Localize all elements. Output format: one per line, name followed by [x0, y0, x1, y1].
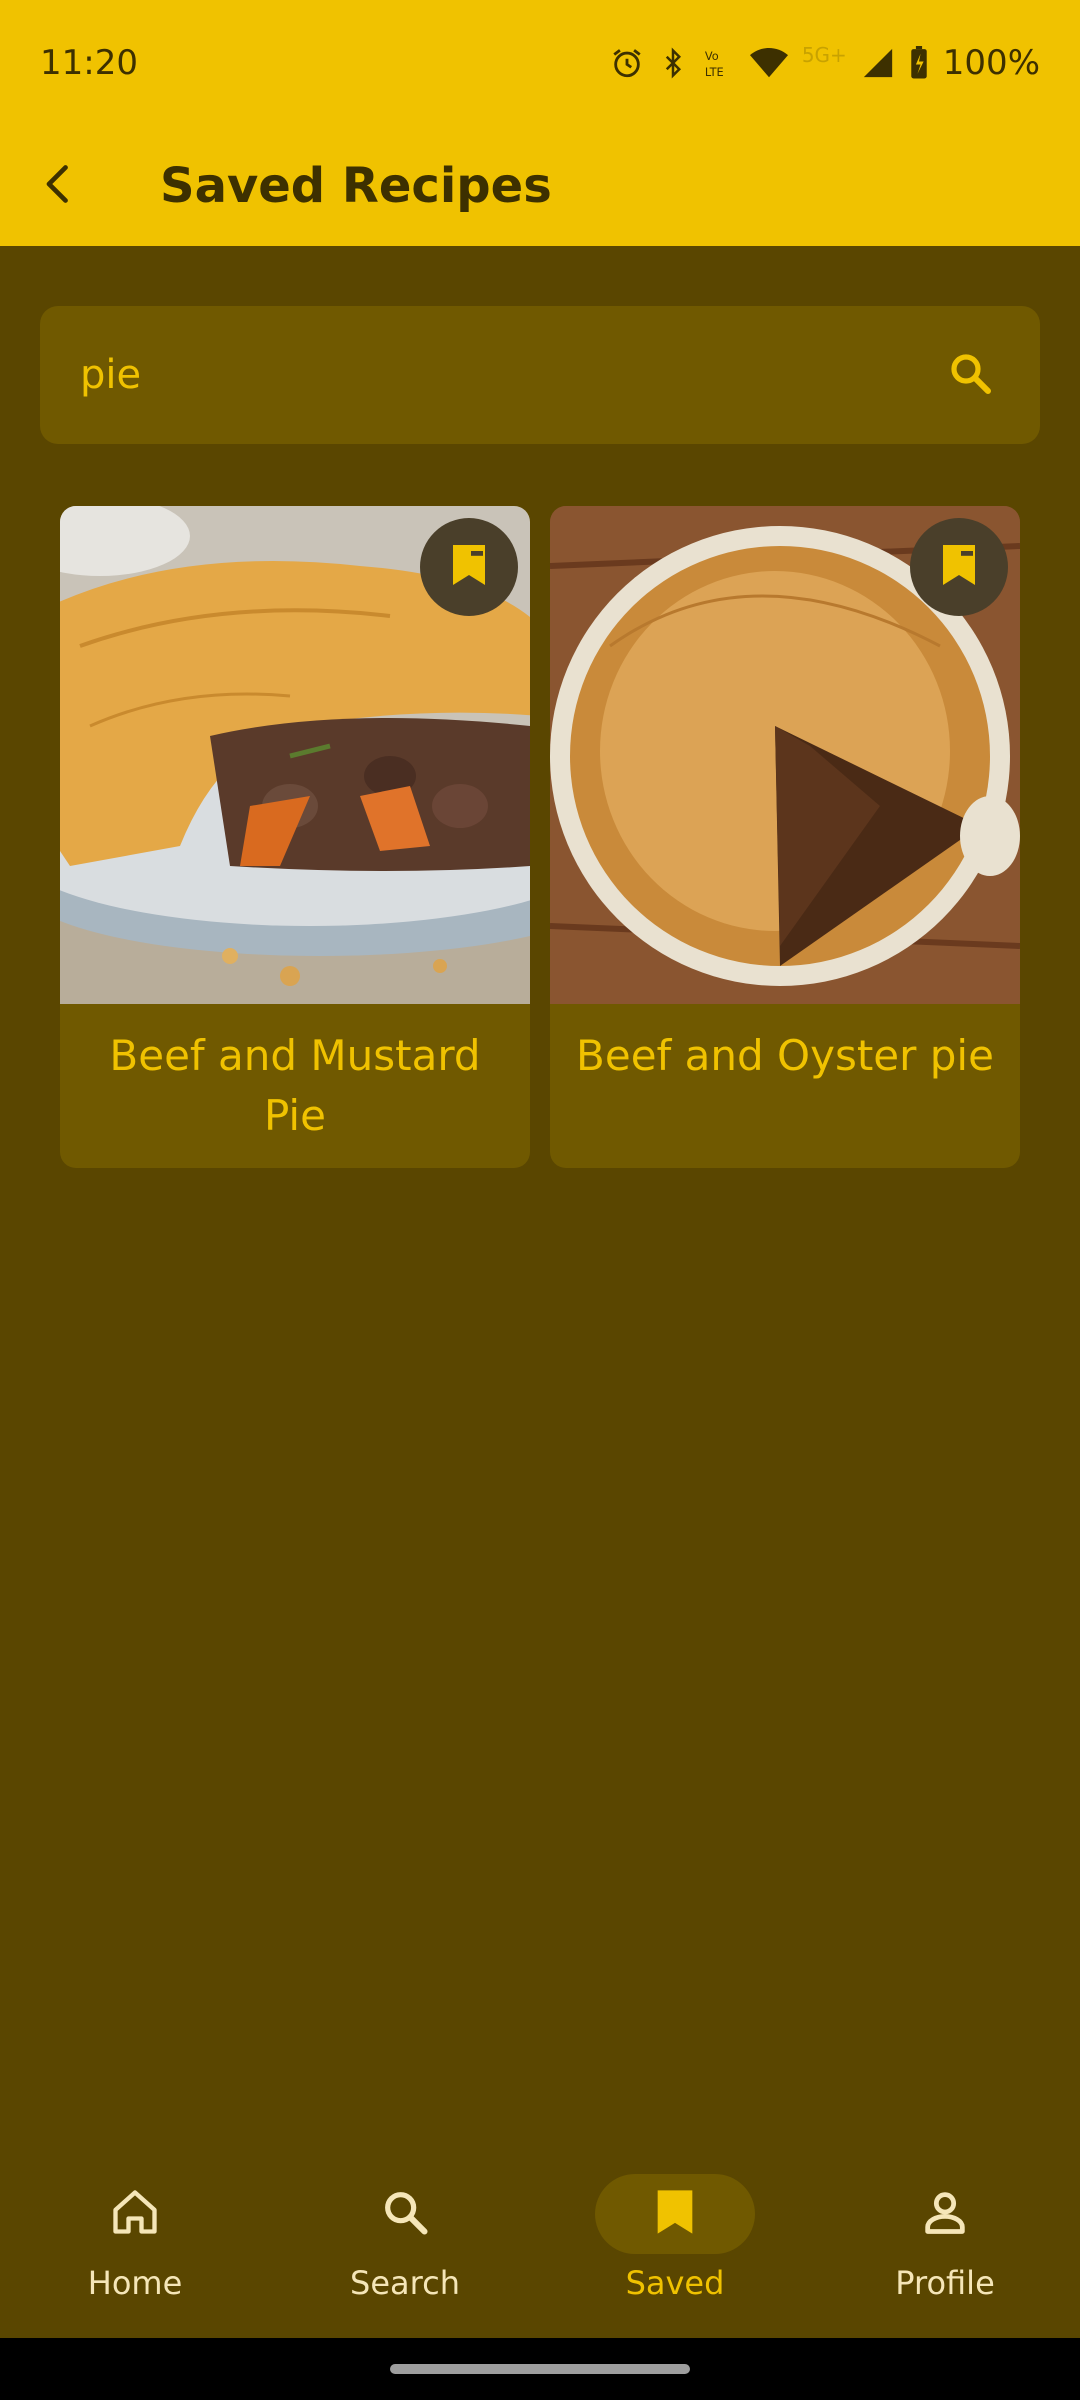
search-icon	[946, 349, 994, 401]
nav-item-saved[interactable]: Saved	[540, 2126, 810, 2338]
nav-item-home[interactable]: Home	[0, 2126, 270, 2338]
bookmark-button[interactable]	[420, 518, 518, 616]
home-gesture-handle[interactable]	[390, 2364, 690, 2374]
search-input[interactable]	[80, 352, 940, 398]
search-icon	[379, 2186, 431, 2242]
bookmark-button[interactable]	[910, 518, 1008, 616]
search-bar	[40, 306, 1040, 444]
recipe-title: Beef and Oyster pie	[576, 1031, 994, 1080]
nav-label: Home	[87, 2264, 183, 2302]
person-icon	[919, 2186, 971, 2242]
bookmark-remove-icon	[447, 541, 491, 593]
home-icon	[109, 2186, 161, 2242]
recipe-title: Beef and Mustard Pie	[109, 1031, 481, 1140]
recipe-card[interactable]: Beef and Mustard Pie	[60, 506, 530, 1168]
arrow-back-icon	[38, 162, 82, 210]
gesture-bar	[0, 2338, 1080, 2400]
nav-item-profile[interactable]: Profile	[810, 2126, 1080, 2338]
recipe-card[interactable]: Beef and Oyster pie	[550, 506, 1020, 1168]
alarm-icon	[610, 46, 644, 80]
volte-icon: Vo LTE	[702, 46, 736, 80]
wifi-icon	[749, 46, 788, 80]
nav-label: Saved	[625, 2264, 725, 2302]
network-type: 5G+	[801, 43, 847, 67]
status-icons: Vo LTE 5G+ 100%	[610, 43, 1040, 83]
search-button[interactable]	[940, 345, 1000, 405]
battery-percent: 100%	[942, 43, 1040, 83]
nav-item-search[interactable]: Search	[270, 2126, 540, 2338]
back-button[interactable]	[0, 126, 120, 246]
signal-icon	[861, 46, 895, 80]
page-title: Saved Recipes	[160, 158, 552, 214]
svg-text:Vo: Vo	[705, 49, 719, 63]
status-time: 11:20	[40, 43, 138, 83]
bookmark-remove-icon	[937, 541, 981, 593]
bookmark-icon	[653, 2186, 697, 2242]
bluetooth-icon	[658, 46, 688, 80]
app-bar: Saved Recipes	[0, 126, 1080, 246]
status-bar: 11:20 Vo LTE 5G+ 100%	[0, 0, 1080, 126]
nav-label: Profile	[895, 2264, 995, 2302]
svg-text:LTE: LTE	[705, 65, 724, 79]
nav-label: Search	[350, 2264, 460, 2302]
battery-icon	[909, 46, 929, 80]
bottom-navigation: Home Search Saved Profile	[0, 2126, 1080, 2338]
